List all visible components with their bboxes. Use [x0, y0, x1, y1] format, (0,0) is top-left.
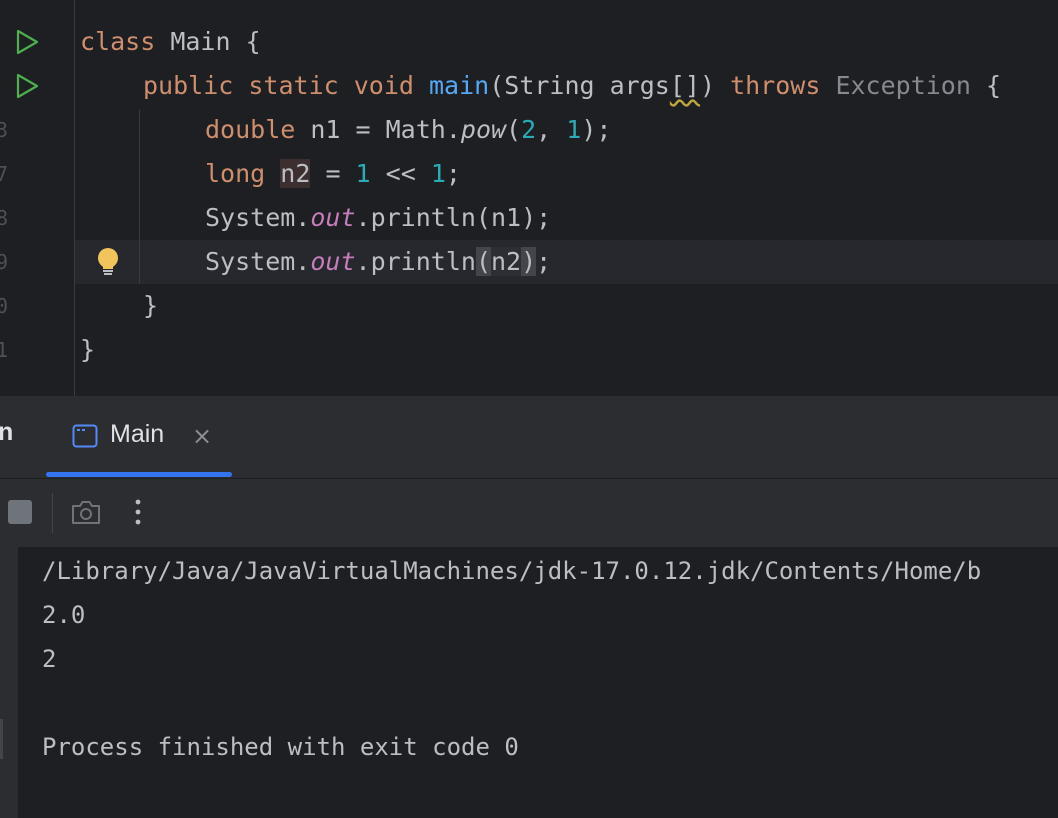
code-text: .println(n1); [355, 203, 552, 232]
keyword-class: class [80, 27, 156, 56]
keyword-long: long [205, 159, 266, 188]
console-icon [72, 424, 98, 448]
line-number: 3 [0, 118, 8, 142]
tab-label: Main [110, 420, 165, 448]
ide-window: 3 7 8 9 0 1 class Main { public static v… [0, 0, 1058, 818]
number-literal: 2 [521, 115, 537, 144]
line-number: 7 [0, 162, 8, 186]
code-line: } [80, 335, 96, 364]
code-text: .println [355, 247, 476, 276]
number-literal: 1 [355, 159, 371, 188]
code-text: ( [506, 115, 522, 144]
line-number: 1 [0, 338, 8, 362]
keyword-double: double [205, 115, 296, 144]
line-number: 0 [0, 294, 8, 318]
highlighted-variable: n2 [280, 159, 311, 188]
keyword-throws: throws [730, 71, 821, 100]
matched-paren: ) [521, 247, 537, 276]
static-method: pow [460, 115, 507, 144]
code-text: ; [445, 159, 461, 188]
console-gutter [0, 547, 18, 818]
close-icon[interactable]: × [192, 422, 212, 450]
warning-squiggle[interactable]: [] [670, 71, 700, 100]
run-toolbar [0, 479, 1058, 547]
tab-main[interactable]: Main × [46, 396, 232, 478]
more-options-icon[interactable] [128, 495, 148, 529]
code-line: class Main { [80, 20, 261, 64]
code-text: System. [205, 203, 311, 232]
toolbar-separator [52, 493, 53, 533]
code-text: ); [581, 115, 612, 144]
gutter-separator [74, 0, 75, 396]
run-tool-window-tabbar: n Main × [0, 396, 1058, 479]
console-fold-marker [0, 719, 3, 759]
static-field: out [310, 203, 356, 232]
code-text: Main { [155, 27, 261, 56]
code-line: System.out.println(n1); [205, 196, 551, 240]
code-line: public static void main(String args[]) t… [143, 64, 1001, 108]
console-line: /Library/Java/JavaVirtualMachines/jdk-17… [42, 557, 982, 585]
code-text: System. [205, 247, 311, 276]
code-text: (String args [489, 71, 670, 100]
console-line: Process finished with exit code 0 [42, 733, 519, 761]
code-line: long n2 = 1 << 1; [205, 152, 461, 196]
code-line: } [143, 291, 159, 320]
code-text: << [370, 159, 431, 188]
tool-window-title: n [0, 418, 14, 446]
line-number: 8 [0, 206, 8, 230]
camera-icon[interactable] [70, 497, 102, 527]
code-line: double n1 = Math.pow(2, 1); [205, 108, 611, 152]
line-number: 9 [0, 250, 8, 274]
lightbulb-icon[interactable] [94, 246, 122, 278]
number-literal: 1 [566, 115, 582, 144]
static-field: out [310, 247, 356, 276]
console-line: 2 [42, 645, 57, 673]
code-text: { [970, 71, 1002, 100]
stop-button[interactable] [8, 500, 32, 524]
argument: n2 [491, 247, 522, 276]
code-line-current: System.out.println(n2); [205, 240, 551, 284]
run-main-icon[interactable] [14, 73, 40, 99]
code-text: = [310, 159, 356, 188]
matched-paren: ( [475, 247, 491, 276]
indent-guide [139, 110, 140, 284]
code-text: , [536, 115, 567, 144]
console-line: 2.0 [42, 601, 86, 629]
code-editor[interactable]: 3 7 8 9 0 1 class Main { public static v… [0, 0, 1058, 396]
code-text: n1 = Math. [295, 115, 461, 144]
active-tab-indicator [46, 472, 232, 477]
run-class-icon[interactable] [14, 29, 40, 55]
exception-type: Exception [835, 71, 971, 100]
console-output[interactable]: /Library/Java/JavaVirtualMachines/jdk-17… [0, 547, 1058, 818]
keyword-modifiers: public static void [143, 71, 414, 100]
number-literal: 1 [430, 159, 446, 188]
code-text: ) [699, 71, 716, 100]
code-text: ; [536, 247, 552, 276]
method-name: main [429, 71, 490, 100]
